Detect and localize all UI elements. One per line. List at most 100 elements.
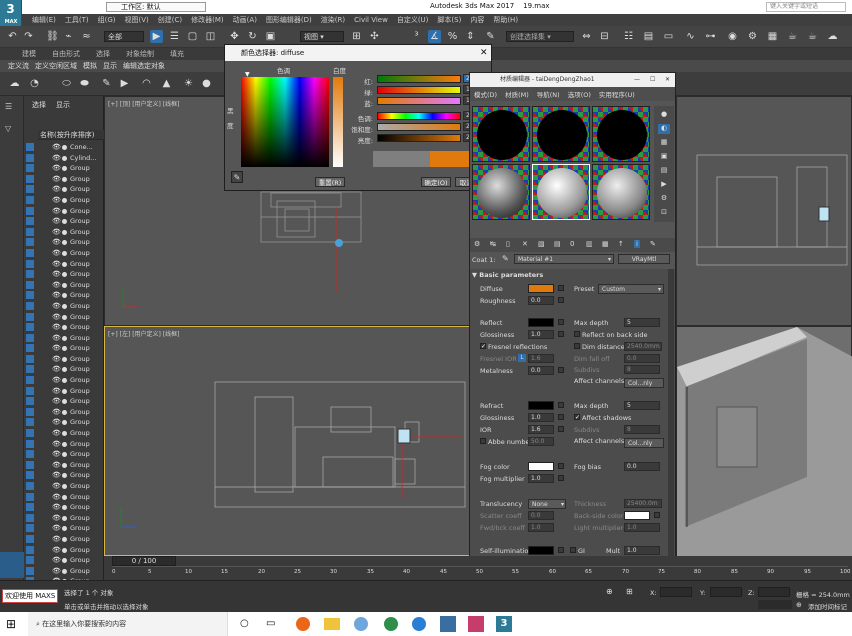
freeze-icon[interactable]: [62, 399, 67, 405]
ribbon-subtab[interactable]: 定义空闲区域: [35, 61, 77, 71]
refract-color-swatch[interactable]: [528, 401, 554, 410]
visibility-icon[interactable]: 👁: [52, 556, 61, 564]
taskbar-search[interactable]: ⌕ 在这里输入你要搜索的内容: [28, 612, 228, 636]
translucency-dropdown[interactable]: None ▾: [528, 499, 566, 509]
minimize-icon[interactable]: —: [634, 73, 640, 87]
list-item[interactable]: 👁 Group: [24, 301, 104, 312]
list-item[interactable]: 👁 Group: [24, 396, 104, 407]
time-tag-field[interactable]: [758, 600, 792, 609]
freeze-icon[interactable]: [62, 145, 67, 150]
dim-distance-spinner[interactable]: 2540.0mm: [624, 342, 662, 351]
material-slot-5[interactable]: [532, 164, 590, 220]
list-item[interactable]: 👁 Group: [24, 248, 104, 259]
ribbon-subtab[interactable]: 编辑选定对象: [123, 61, 165, 71]
selection-filter[interactable]: 全部: [104, 31, 144, 42]
fog-bias-spinner[interactable]: 0.0: [624, 462, 660, 471]
list-item[interactable]: 👁 Group: [24, 545, 104, 556]
fog-color-swatch[interactable]: [528, 462, 554, 471]
dim-falloff-spinner[interactable]: 0.0: [624, 354, 660, 363]
visibility-icon[interactable]: 👁: [52, 249, 61, 257]
select-by-material-icon[interactable]: ⊡: [658, 208, 670, 218]
light-multiplier-spinner[interactable]: 1.0: [624, 523, 660, 532]
material-slot-6[interactable]: [592, 164, 650, 220]
unlink-icon[interactable]: ⌁: [62, 30, 75, 43]
preset-dropdown[interactable]: Custom ▾: [598, 284, 664, 294]
list-item[interactable]: 👁 Group: [24, 354, 104, 365]
visibility-icon[interactable]: 👁: [52, 397, 61, 405]
self-illumination-map-button[interactable]: [558, 547, 564, 553]
rollout-scrollbar[interactable]: [668, 269, 674, 557]
ior-map-button[interactable]: [558, 426, 564, 432]
put-to-library-icon[interactable]: ▤: [554, 240, 561, 248]
menu-icon[interactable]: ☰: [5, 102, 18, 112]
freeze-icon[interactable]: [62, 568, 67, 574]
list-item[interactable]: 👁 Cone...: [24, 142, 104, 153]
visibility-icon[interactable]: 👁: [52, 471, 61, 479]
close-icon[interactable]: ✕: [480, 45, 488, 61]
menu-item[interactable]: 组(G): [98, 15, 116, 25]
visibility-icon[interactable]: 👁: [52, 207, 61, 215]
fresnel-ior-spinner[interactable]: 1.6: [528, 354, 554, 363]
reflect-max-depth-spinner[interactable]: 5: [624, 318, 660, 327]
freeze-icon[interactable]: [62, 420, 67, 426]
list-item[interactable]: 👁 Group: [24, 460, 104, 471]
assign-to-selection-icon[interactable]: ▯: [506, 240, 510, 248]
visibility-icon[interactable]: 👁: [52, 228, 61, 236]
visibility-icon[interactable]: 👁: [52, 461, 61, 469]
go-forward-sibling-icon[interactable]: ⅰ: [634, 240, 640, 248]
freeze-icon[interactable]: [62, 250, 67, 256]
scene-explorer-tab[interactable]: 显示: [56, 100, 70, 110]
angle-snap-icon[interactable]: ∡: [428, 30, 441, 43]
reflect-on-back-checkbox[interactable]: [574, 331, 580, 337]
list-item[interactable]: 👁 Group: [24, 290, 104, 301]
menu-item[interactable]: 工具(T): [65, 15, 89, 25]
freeze-icon[interactable]: [62, 441, 67, 447]
window-crossing-icon[interactable]: ◫: [204, 30, 217, 43]
render-iterative-icon[interactable]: ☕: [806, 30, 819, 43]
roughness-spinner[interactable]: 0.0: [528, 296, 554, 305]
visibility-icon[interactable]: 👁: [52, 344, 61, 352]
menu-item[interactable]: 自定义(U): [397, 15, 429, 25]
fresnel-ior-lock-icon[interactable]: L: [518, 354, 526, 362]
freeze-icon[interactable]: [62, 409, 67, 415]
visibility-icon[interactable]: 👁: [52, 281, 61, 289]
list-item[interactable]: 👁 Group: [24, 333, 104, 344]
ribbon-tab[interactable]: 建模: [22, 49, 36, 59]
freeze-icon[interactable]: [62, 515, 67, 521]
material-menu-item[interactable]: 导航(N): [537, 89, 560, 99]
x-coordinate-field[interactable]: [660, 587, 692, 597]
visibility-icon[interactable]: 👁: [52, 546, 61, 554]
ribbon-subtab[interactable]: 显示: [103, 61, 117, 71]
list-item[interactable]: 👁 Group: [24, 534, 104, 545]
light-icon[interactable]: ☀: [182, 77, 195, 90]
material-slot-2[interactable]: [532, 106, 590, 162]
material-menu-item[interactable]: 实用程序(U): [599, 89, 635, 99]
reset-button[interactable]: 重置(R): [315, 177, 345, 187]
search-input[interactable]: 键入关键字或短语: [766, 2, 846, 12]
make-unique-icon[interactable]: ▧: [538, 240, 545, 248]
list-item[interactable]: 👁 Group: [24, 386, 104, 397]
freeze-icon[interactable]: [62, 219, 67, 225]
channel-slider[interactable]: [377, 97, 461, 105]
material-editor-icon[interactable]: ◉: [726, 30, 739, 43]
spinner-snap-icon[interactable]: ⇕: [464, 30, 477, 43]
list-item[interactable]: 👁 Group: [24, 555, 104, 566]
visibility-icon[interactable]: 👁: [52, 334, 61, 342]
visibility-icon[interactable]: 👁: [52, 567, 61, 575]
y-coordinate-field[interactable]: [710, 587, 742, 597]
hue-blackness-field[interactable]: [241, 77, 329, 167]
freeze-icon[interactable]: [62, 229, 67, 235]
background-icon[interactable]: ▦: [658, 138, 670, 148]
filter-icon[interactable]: ▽: [5, 124, 18, 134]
material-menu-item[interactable]: 模式(D): [474, 89, 497, 99]
reflect-glossiness-spinner[interactable]: 1.0: [528, 330, 554, 339]
visibility-icon[interactable]: 👁: [52, 387, 61, 395]
visibility-icon[interactable]: 👁: [52, 365, 61, 373]
hue-marker-icon[interactable]: ▼: [245, 71, 250, 78]
visibility-icon[interactable]: 👁: [52, 217, 61, 225]
freeze-icon[interactable]: [62, 187, 67, 193]
channel-slider[interactable]: [377, 134, 461, 142]
rollout-header[interactable]: ▼ Basic parameters: [472, 271, 543, 279]
visibility-icon[interactable]: 👁: [52, 196, 61, 204]
shape-icon[interactable]: ◠: [140, 77, 153, 90]
